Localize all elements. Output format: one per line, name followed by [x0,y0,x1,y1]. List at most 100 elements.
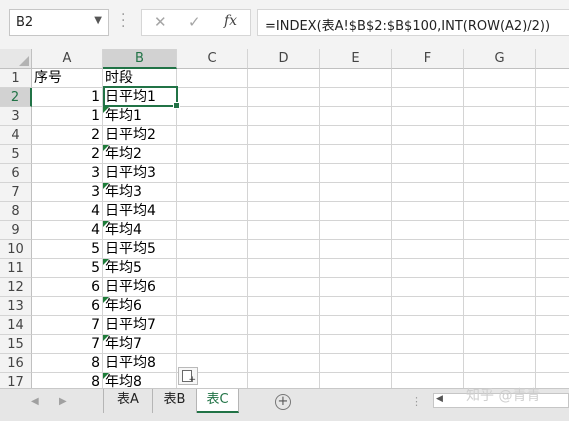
spreadsheet-grid[interactable]: A B C D E F G 1 序号 时段 2 1 日平均1 3 1 年均1 4 2 日平均2 5 2 年均2 6 3 日平均3… [0,49,569,388]
cell-empty[interactable] [177,126,248,145]
cell-empty[interactable] [536,316,569,335]
cell-empty[interactable] [320,126,392,145]
column-header-overflow[interactable] [536,49,569,69]
column-header-a[interactable]: A [32,49,103,69]
cell-empty[interactable] [248,297,320,316]
cell-empty[interactable] [177,240,248,259]
cell-empty[interactable] [248,373,320,388]
cell-empty[interactable] [177,107,248,126]
cell-empty[interactable] [392,354,464,373]
cell-a14[interactable]: 7 [32,316,103,335]
prev-sheet-icon[interactable]: ◀ [31,396,39,407]
cell-empty[interactable] [464,145,536,164]
cell-empty[interactable] [536,335,569,354]
cell-a5[interactable]: 2 [32,145,103,164]
cell-empty[interactable] [536,354,569,373]
cell-empty[interactable] [248,69,320,88]
cell-empty[interactable] [392,240,464,259]
cell-b16[interactable]: 日平均8 [103,354,177,373]
cell-b15[interactable]: 年均7 [103,335,177,354]
cell-a8[interactable]: 4 [32,202,103,221]
cell-empty[interactable] [392,107,464,126]
cell-empty[interactable] [464,297,536,316]
cell-empty[interactable] [392,297,464,316]
cell-empty[interactable] [320,278,392,297]
cell-empty[interactable] [536,373,569,388]
row-header-13[interactable]: 13 [0,297,32,316]
cell-a12[interactable]: 6 [32,278,103,297]
row-header-16[interactable]: 16 [0,354,32,373]
row-header-15[interactable]: 15 [0,335,32,354]
cell-empty[interactable] [464,126,536,145]
column-header-g[interactable]: G [464,49,536,69]
cell-empty[interactable] [536,259,569,278]
column-header-b[interactable]: B [103,49,177,69]
cell-a7[interactable]: 3 [32,183,103,202]
cancel-icon[interactable]: ✕ [154,13,167,31]
cell-empty[interactable] [320,145,392,164]
cell-empty[interactable] [320,221,392,240]
cell-empty[interactable] [464,183,536,202]
insert-function-button[interactable]: fx [224,13,237,29]
cell-a13[interactable]: 6 [32,297,103,316]
cell-a3[interactable]: 1 [32,107,103,126]
cell-empty[interactable] [177,183,248,202]
cell-empty[interactable] [177,316,248,335]
cell-empty[interactable] [392,335,464,354]
cell-empty[interactable] [536,107,569,126]
cell-b12[interactable]: 日平均6 [103,278,177,297]
cell-empty[interactable] [248,126,320,145]
cell-empty[interactable] [464,202,536,221]
cell-empty[interactable] [392,88,464,107]
cell-empty[interactable] [320,69,392,88]
cell-empty[interactable] [464,107,536,126]
cell-empty[interactable] [177,278,248,297]
row-header-4[interactable]: 4 [0,126,32,145]
row-header-11[interactable]: 11 [0,259,32,278]
cell-a10[interactable]: 5 [32,240,103,259]
cell-empty[interactable] [392,202,464,221]
cell-empty[interactable] [536,126,569,145]
cell-empty[interactable] [464,221,536,240]
cell-empty[interactable] [536,164,569,183]
cell-empty[interactable] [464,335,536,354]
cell-empty[interactable] [177,221,248,240]
row-header-6[interactable]: 6 [0,164,32,183]
cell-a6[interactable]: 3 [32,164,103,183]
row-header-14[interactable]: 14 [0,316,32,335]
column-header-f[interactable]: F [392,49,464,69]
cell-empty[interactable] [536,183,569,202]
cell-empty[interactable] [177,69,248,88]
formula-bar-resize-handle[interactable]: · · · [121,8,125,34]
cell-empty[interactable] [464,69,536,88]
cell-empty[interactable] [536,202,569,221]
cell-empty[interactable] [320,164,392,183]
cell-empty[interactable] [248,354,320,373]
cell-empty[interactable] [248,240,320,259]
row-header-17[interactable]: 17 [0,373,32,388]
cell-empty[interactable] [248,202,320,221]
cell-a17[interactable]: 8 [32,373,103,388]
plus-circle-icon[interactable]: + [275,394,291,410]
sheet-tab-1[interactable]: 表A [103,389,153,413]
cell-empty[interactable] [464,164,536,183]
cell-empty[interactable] [248,88,320,107]
cell-empty[interactable] [320,259,392,278]
check-icon[interactable]: ✓ [188,13,201,31]
cell-empty[interactable] [464,240,536,259]
cell-a16[interactable]: 8 [32,354,103,373]
cell-empty[interactable] [177,145,248,164]
cell-a2[interactable]: 1 [32,88,103,107]
cell-empty[interactable] [248,316,320,335]
cell-empty[interactable] [177,259,248,278]
cell-empty[interactable] [248,278,320,297]
cell-empty[interactable] [392,69,464,88]
column-header-c[interactable]: C [177,49,248,69]
cell-empty[interactable] [320,202,392,221]
cell-b9[interactable]: 年均4 [103,221,177,240]
cell-a11[interactable]: 5 [32,259,103,278]
cell-empty[interactable] [464,259,536,278]
cell-empty[interactable] [177,164,248,183]
cell-empty[interactable] [536,297,569,316]
cell-empty[interactable] [177,335,248,354]
